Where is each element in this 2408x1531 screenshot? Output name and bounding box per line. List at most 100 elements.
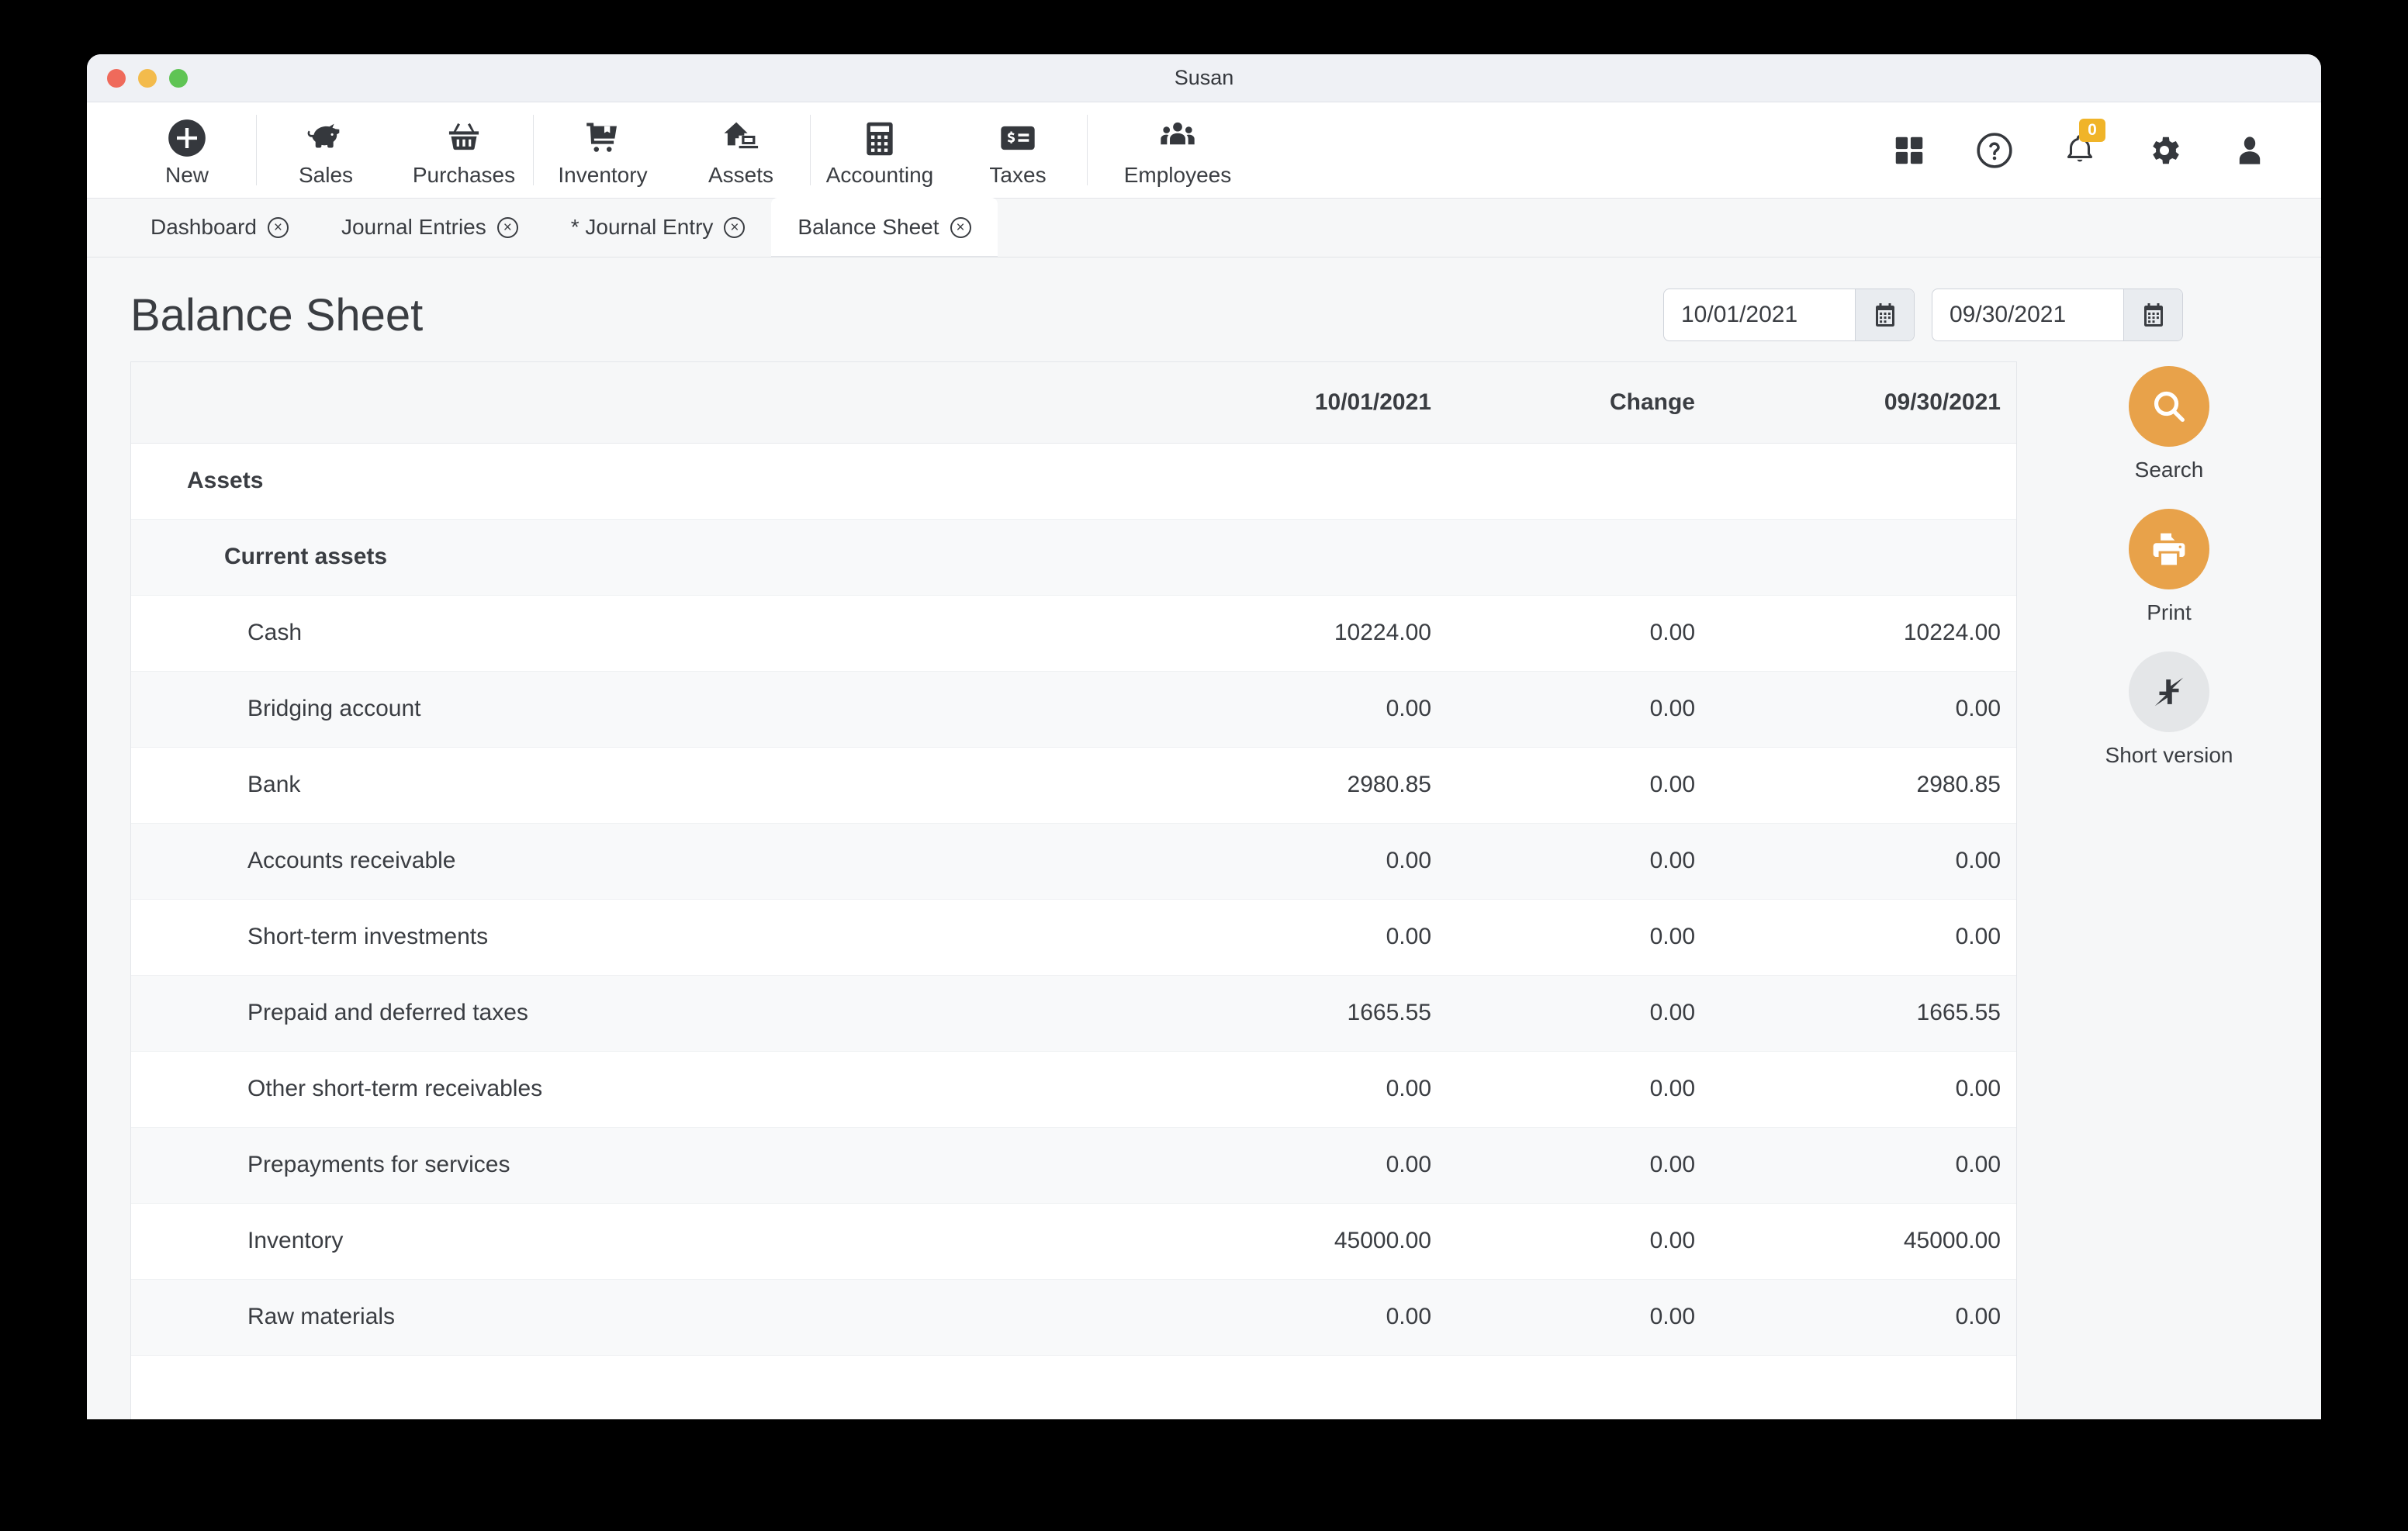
toolbar-label-inventory: Inventory [558,164,647,186]
print-label: Print [2147,600,2192,625]
date-from-field[interactable] [1663,289,1915,341]
row-label: Bridging account [131,671,1157,747]
row-value-opening: 2980.85 [1157,747,1448,823]
short-version-button[interactable]: Short version [2105,651,2233,768]
table-row[interactable]: Bank2980.850.002980.85 [131,747,2017,823]
table-row[interactable]: Other short-term receivables0.000.000.00 [131,1051,2017,1127]
people-group-icon [1156,115,1199,158]
page-body: Balance Sheet [87,257,2321,1419]
row-value-opening: 45000.00 [1157,1203,1448,1279]
row-value-change: 0.00 [1448,1051,1712,1127]
user-account-icon [2231,132,2268,169]
toolbar-group-hr: Employees [1088,102,1268,198]
row-value-closing: 0.00 [1712,1051,2017,1127]
tab-balance-sheet[interactable]: Balance Sheet × [771,198,997,257]
tab-dashboard[interactable]: Dashboard × [124,198,315,257]
table-row[interactable]: Accounts receivable0.000.000.00 [131,823,2017,899]
table-header-row: 10/01/2021 Change 09/30/2021 [131,362,2017,443]
toolbar-item-purchases[interactable]: Purchases [395,102,533,198]
row-value-closing: 0.00 [1712,1127,2017,1203]
table-row[interactable]: Bridging account0.000.000.00 [131,671,2017,747]
close-icon[interactable]: × [724,217,745,238]
table-row[interactable]: Assets [131,443,2017,519]
table-row[interactable]: Prepayments for services0.000.000.00 [131,1127,2017,1203]
tab-journal-entries[interactable]: Journal Entries × [315,198,545,257]
toolbar-item-taxes[interactable]: Taxes [949,102,1087,198]
row-value-closing: 0.00 [1712,1279,2017,1355]
row-value-opening: 0.00 [1157,1279,1448,1355]
app-window: Susan New [87,54,2321,1419]
date-to-input[interactable] [1932,289,2123,340]
toolbar-group-new: New [118,102,256,198]
calendar-icon[interactable] [2123,289,2182,340]
compress-arrows-icon [2129,651,2209,732]
table-row[interactable]: Inventory45000.000.0045000.00 [131,1203,2017,1279]
row-value-opening [1157,443,1448,519]
close-icon[interactable]: × [268,217,289,238]
tab-label: * Journal Entry [571,215,714,240]
date-from-input[interactable] [1664,289,1855,340]
notifications-button[interactable]: 0 [2062,131,2098,170]
settings-button[interactable] [2146,132,2183,169]
calendar-icon[interactable] [1855,289,1914,340]
toolbar-label-purchases: Purchases [413,164,515,186]
toolbar-item-assets[interactable]: Assets [672,102,810,198]
row-value-change [1448,443,1712,519]
table-row[interactable]: Prepaid and deferred taxes1665.550.00166… [131,975,2017,1051]
row-value-change: 0.00 [1448,899,1712,975]
toolbar-group-finance: Accounting Taxes [811,102,1087,198]
row-label: Short-term investments [131,899,1157,975]
search-button[interactable]: Search [2129,366,2209,482]
row-value-change: 0.00 [1448,1203,1712,1279]
row-value-closing: 45000.00 [1712,1203,2017,1279]
window-titlebar: Susan [87,54,2321,102]
toolbar-item-accounting[interactable]: Accounting [811,102,949,198]
row-value-change: 0.00 [1448,975,1712,1051]
dollar-bill-icon [998,115,1038,158]
short-version-label: Short version [2105,743,2233,768]
table-row[interactable]: Cash10224.000.0010224.00 [131,595,2017,671]
row-value-opening: 0.00 [1157,1127,1448,1203]
search-label: Search [2135,458,2204,482]
user-account-button[interactable] [2231,132,2268,169]
grid-apps-button[interactable] [1891,133,1927,168]
row-label: Other short-term receivables [131,1051,1157,1127]
balance-sheet-panel: 10/01/2021 Change 09/30/2021 AssetsCurre… [130,361,2017,1419]
piggy-bank-icon [305,115,347,158]
toolbar-item-inventory[interactable]: Inventory [534,102,672,198]
gear-icon [2146,132,2183,169]
window-title: Susan [87,66,2321,90]
row-value-closing: 0.00 [1712,671,2017,747]
table-row[interactable]: Short-term investments0.000.000.00 [131,899,2017,975]
row-value-change: 0.00 [1448,747,1712,823]
toolbar-label-employees: Employees [1124,164,1232,186]
tab-bar: Dashboard × Journal Entries × * Journal … [87,199,2321,257]
row-value-opening: 0.00 [1157,671,1448,747]
toolbar-item-sales[interactable]: Sales [257,102,395,198]
print-button[interactable]: Print [2129,509,2209,625]
close-icon[interactable]: × [497,217,518,238]
table-body: AssetsCurrent assetsCash10224.000.001022… [131,443,2017,1355]
close-icon[interactable]: × [950,217,971,238]
toolbar-item-new[interactable]: New [118,102,256,198]
row-value-opening: 1665.55 [1157,975,1448,1051]
help-button[interactable] [1975,131,2014,170]
toolbar-label-taxes: Taxes [989,164,1046,186]
main-toolbar: New Sales [87,102,2321,199]
column-header-closing: 09/30/2021 [1712,362,2017,443]
toolbar-item-employees[interactable]: Employees [1088,102,1268,198]
column-header-name [131,362,1157,443]
row-label: Assets [131,443,1157,519]
table-row[interactable]: Raw materials0.000.000.00 [131,1279,2017,1355]
table-row[interactable]: Current assets [131,519,2017,595]
tab-journal-entry[interactable]: * Journal Entry × [545,198,772,257]
tab-label: Dashboard [150,215,257,240]
row-value-closing [1712,443,2017,519]
plus-circle-icon [167,115,207,158]
notification-badge: 0 [2079,119,2105,142]
date-to-field[interactable] [1932,289,2183,341]
row-value-opening: 0.00 [1157,823,1448,899]
row-value-closing [1712,519,2017,595]
page-title: Balance Sheet [130,289,423,341]
row-value-change: 0.00 [1448,1127,1712,1203]
